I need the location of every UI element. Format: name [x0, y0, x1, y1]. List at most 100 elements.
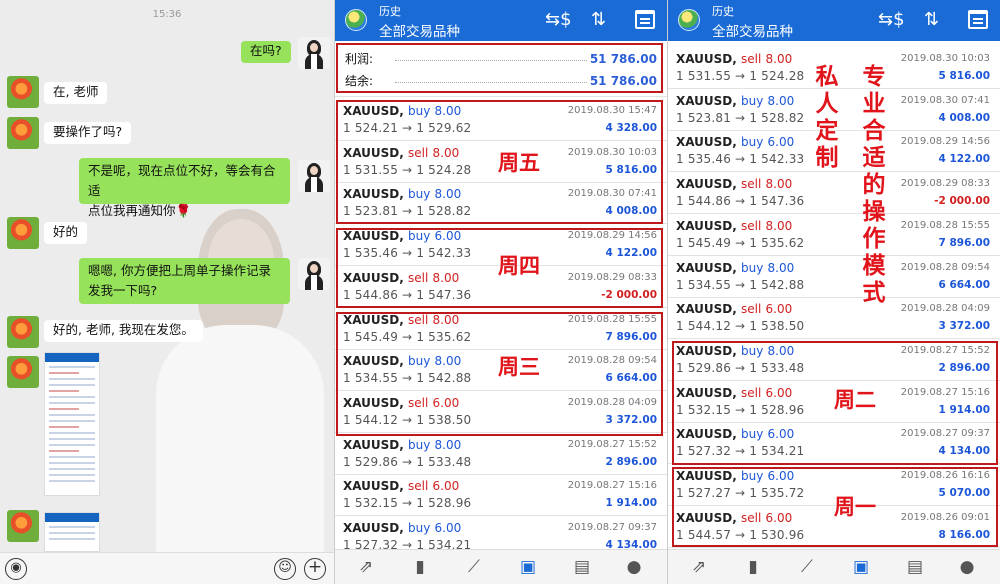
trade-prices: 1 545.49 → 1 535.62: [676, 235, 805, 250]
trade-side: buy: [408, 354, 431, 369]
history-icon[interactable]: ▣: [848, 556, 874, 578]
trade-prices: 1 527.27 → 1 535.72: [676, 486, 805, 500]
trade-row[interactable]: XAUUSD, sell 6.00 1 544.12 → 1 538.50 2019…: [668, 297, 1000, 340]
trade-prices: 1 544.57 → 1 530.96: [676, 527, 805, 542]
trade-symbol-text: XAUUSD,: [676, 302, 737, 317]
trade-time: 2019.08.27 09:37: [567, 522, 657, 533]
trade-side: sell: [741, 385, 762, 400]
trade-time: 2019.08.30 07:41: [567, 188, 657, 200]
screenshot-thumbnail[interactable]: [44, 512, 100, 552]
trade-symbol-text: XAUUSD,: [676, 343, 737, 358]
trade-row[interactable]: XAUUSD, buy 8.00 1 529.86 → 1 533.48 2019.…: [335, 433, 667, 475]
trade-symbol: XAUUSD, sell 6.00: [676, 511, 792, 525]
currency-exchange-icon[interactable]: ⇆$: [545, 8, 572, 32]
trade-profit: 4 134.00: [938, 445, 990, 458]
trade-volume: 8.00: [434, 187, 462, 202]
trade-symbol: XAUUSD, buy 8.00: [676, 94, 794, 108]
sort-icon[interactable]: ⇅: [591, 8, 606, 32]
chart-icon[interactable]: ⟋: [794, 556, 820, 578]
sort-icon[interactable]: ⇅: [924, 8, 939, 32]
trade-row[interactable]: XAUUSD, sell 8.00 1 544.86 → 1 547.36 2019…: [668, 172, 1000, 215]
trade-icon[interactable]: ⇗: [686, 556, 712, 578]
user-avatar[interactable]: [7, 217, 39, 249]
plus-icon[interactable]: +: [304, 558, 326, 580]
trade-volume: 8.00: [434, 354, 462, 369]
trade-row[interactable]: XAUUSD, buy 8.00 1 529.86 → 1 533.48 2019.…: [668, 339, 1000, 381]
chat-bubble-incoming[interactable]: 在, 老师: [44, 82, 108, 104]
calendar-icon[interactable]: [635, 10, 655, 29]
chat-bubble-incoming[interactable]: 好的: [44, 222, 88, 244]
trade-time: 2019.08.27 09:37: [900, 428, 990, 440]
chart-icon[interactable]: ⟋: [461, 556, 487, 578]
emoji-icon[interactable]: ☺: [274, 558, 296, 580]
trade-side: sell: [741, 177, 762, 192]
screenshot-thumbnail[interactable]: [44, 352, 100, 496]
news-icon[interactable]: ▤: [902, 556, 928, 578]
chat-icon[interactable]: ●: [954, 556, 980, 578]
trade-side: sell: [408, 312, 429, 327]
trade-profit: 7 896.00: [938, 236, 990, 249]
user-avatar[interactable]: [7, 356, 39, 388]
calendar-icon[interactable]: [968, 10, 988, 29]
trade-row[interactable]: XAUUSD, sell 6.00 1 532.15 → 1 528.96 2019…: [335, 474, 667, 517]
trade-symbol-text: XAUUSD,: [343, 187, 404, 202]
teacher-avatar[interactable]: [298, 37, 330, 69]
history-icon[interactable]: ▣: [515, 556, 541, 578]
trade-volume: 8.00: [434, 437, 462, 452]
trade-time: 2019.08.29 14:56: [567, 230, 657, 242]
trade-profit: 4 008.00: [605, 205, 657, 218]
trade-symbol-text: XAUUSD,: [343, 270, 404, 285]
app-logo-icon[interactable]: [345, 9, 367, 31]
trade-volume: 8.00: [765, 52, 793, 66]
user-avatar[interactable]: [7, 316, 39, 348]
trade-row[interactable]: XAUUSD, buy 8.00 1 524.21 → 1 529.62 2019.…: [335, 99, 667, 141]
trade-symbol: XAUUSD, buy 6.00: [343, 229, 461, 243]
trade-row[interactable]: XAUUSD, buy 6.00 1 527.32 → 1 534.21 2019.…: [668, 422, 1000, 465]
trade-row[interactable]: XAUUSD, sell 8.00 1 545.49 → 1 535.62 2019…: [335, 308, 667, 350]
trade-row[interactable]: XAUUSD, sell 6.00 1 544.12 → 1 538.50 2019…: [335, 391, 667, 433]
chat-bubble-outgoing[interactable]: 不是呢，现在点位不好，等会有合适 点位我再通知你🌹: [79, 158, 290, 218]
trade-profit: 5 816.00: [938, 70, 990, 82]
trade-row[interactable]: XAUUSD, sell 8.00 1 545.49 → 1 535.62 2019…: [668, 214, 1000, 256]
trade-row[interactable]: XAUUSD, buy 8.00 1 523.81 → 1 528.82 2019.…: [335, 182, 667, 225]
trade-profit: 3 372.00: [605, 413, 657, 426]
balance-label: 结余:: [345, 74, 374, 88]
toolbar-title[interactable]: 全部交易品种: [712, 20, 793, 40]
trade-profit: 7 896.00: [605, 330, 657, 343]
trade-time: 2019.08.30 07:41: [900, 94, 990, 106]
trade-prices: 1 523.81 → 1 528.82: [343, 204, 472, 219]
trade-symbol: XAUUSD, buy 8.00: [343, 187, 461, 201]
app-logo-icon[interactable]: [678, 9, 700, 31]
trade-prices: 1 529.86 → 1 533.48: [343, 454, 472, 469]
candles-icon[interactable]: ▮: [740, 556, 766, 578]
currency-exchange-icon[interactable]: ⇆$: [878, 8, 905, 32]
toolbar-title[interactable]: 全部交易品种: [379, 20, 460, 40]
voice-icon[interactable]: ◉: [5, 558, 27, 580]
annotation-tuesday: 周二: [834, 388, 876, 412]
trade-symbol-text: XAUUSD,: [676, 52, 737, 66]
chat-bubble-incoming[interactable]: 好的, 老师, 我现在发您。: [44, 320, 203, 342]
trade-row[interactable]: XAUUSD, buy 8.00 1 534.55 → 1 542.88 2019.…: [668, 256, 1000, 298]
trade-symbol-text: XAUUSD,: [676, 177, 737, 192]
candles-icon[interactable]: ▮: [407, 556, 433, 578]
trade-volume: 6.00: [434, 521, 462, 535]
teacher-avatar[interactable]: [298, 258, 330, 290]
trade-symbol: XAUUSD, buy 8.00: [676, 261, 794, 275]
chat-bubble-incoming[interactable]: 要操作了吗?: [44, 122, 132, 144]
user-avatar[interactable]: [7, 510, 39, 542]
trade-time: 2019.08.26 09:01: [900, 511, 990, 523]
profit-label: 利润:: [345, 52, 374, 66]
user-avatar[interactable]: [7, 76, 39, 108]
trade-volume: 8.00: [432, 145, 460, 160]
trade-symbol-text: XAUUSD,: [343, 354, 404, 369]
trade-symbol: XAUUSD, buy 6.00: [676, 427, 794, 441]
user-avatar[interactable]: [7, 117, 39, 149]
chat-bubble-outgoing[interactable]: 嗯嗯, 你方便把上周单子操作记录 发我一下吗?: [79, 258, 290, 304]
trade-profit: 8 166.00: [938, 528, 990, 541]
teacher-avatar[interactable]: [298, 160, 330, 192]
news-icon[interactable]: ▤: [569, 556, 595, 578]
trade-icon[interactable]: ⇗: [353, 556, 379, 578]
chat-bubble-outgoing[interactable]: 在吗?: [241, 41, 291, 63]
trade-time: 2019.08.27 15:16: [900, 386, 990, 398]
chat-icon[interactable]: ●: [621, 556, 647, 578]
